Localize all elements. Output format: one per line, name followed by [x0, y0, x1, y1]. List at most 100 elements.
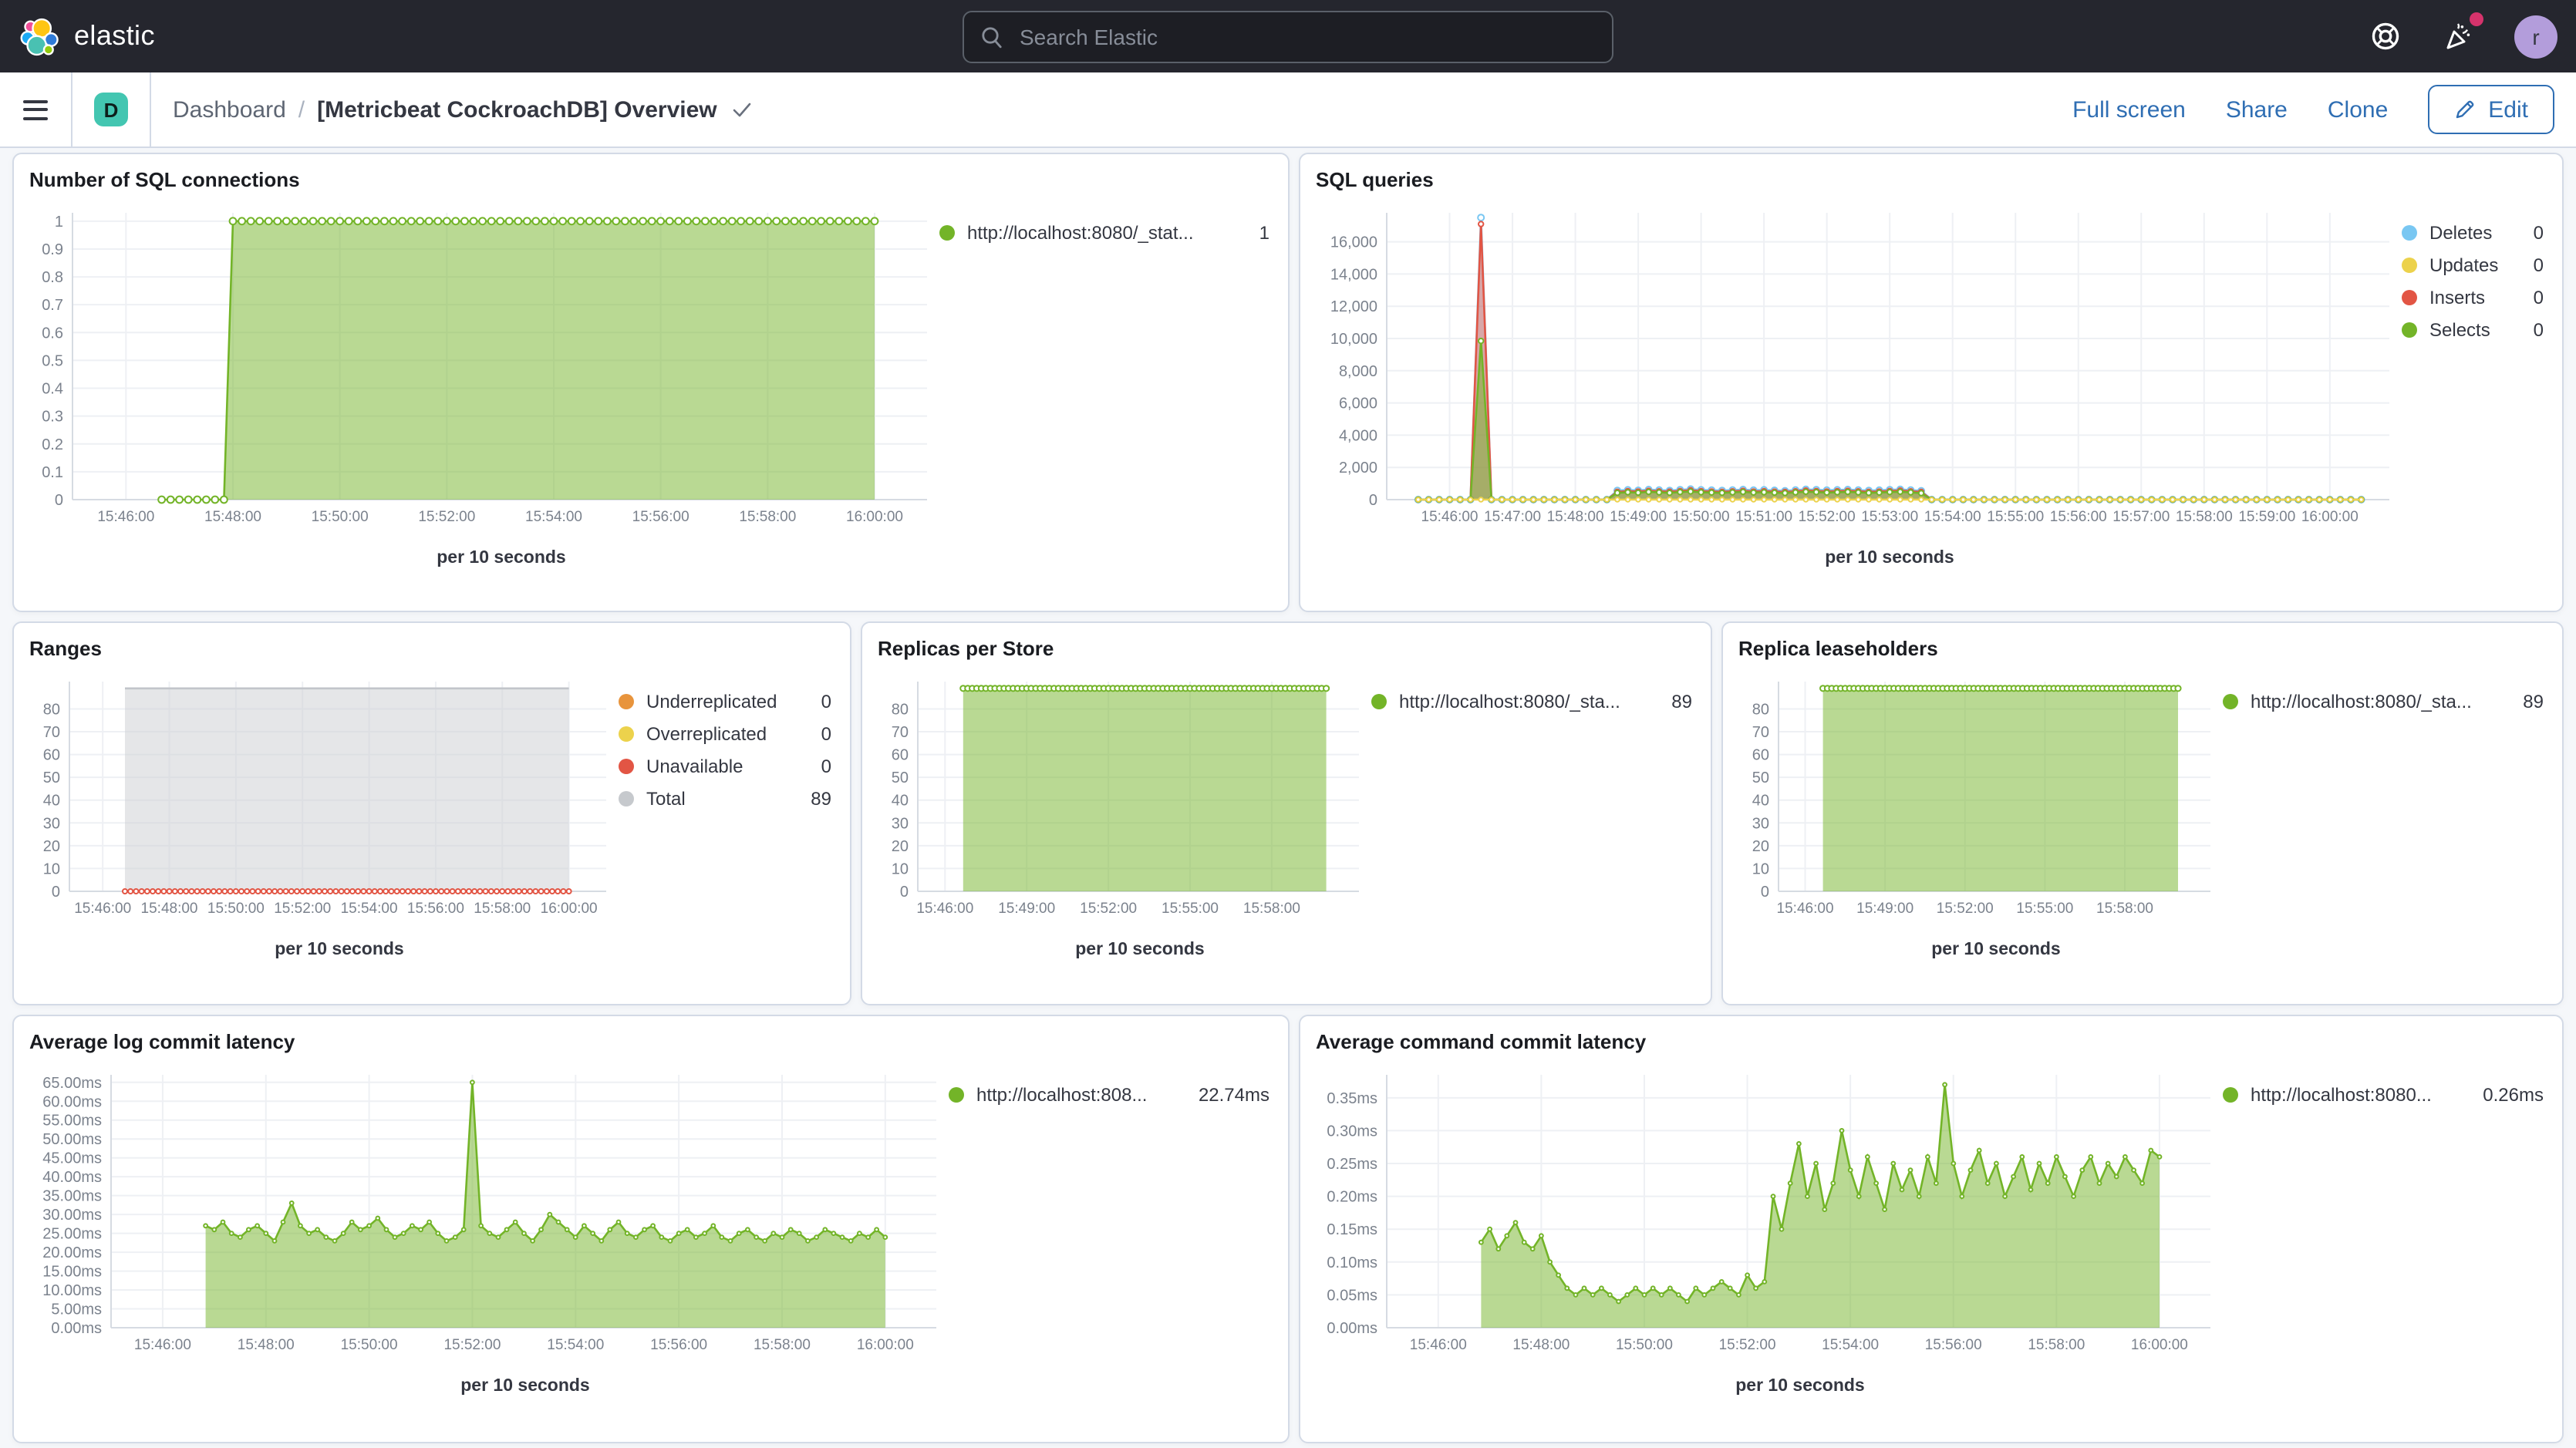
svg-text:16:00:00: 16:00:00 — [2301, 509, 2359, 525]
full-screen-button[interactable]: Full screen — [2072, 96, 2186, 123]
svg-text:0.30ms: 0.30ms — [1327, 1123, 1377, 1140]
svg-text:0: 0 — [55, 492, 63, 509]
x-axis-label: per 10 seconds — [875, 941, 1362, 959]
svg-text:20: 20 — [892, 838, 909, 855]
legend-item[interactable]: http://localhost:8080/_sta... 89 — [1371, 685, 1698, 717]
svg-text:80: 80 — [43, 701, 60, 718]
svg-text:80: 80 — [1752, 701, 1769, 718]
svg-text:12,000: 12,000 — [1330, 298, 1377, 315]
svg-text:15:56:00: 15:56:00 — [1925, 1337, 1982, 1353]
nav-menu-button[interactable] — [0, 72, 72, 146]
legend-value: 0 — [821, 690, 838, 712]
chart-average-log-commit-latency[interactable]: 65.00ms60.00ms55.00ms50.00ms45.00ms40.00… — [26, 1059, 939, 1376]
svg-text:15:52:00: 15:52:00 — [1080, 901, 1137, 917]
chart-sql-queries[interactable]: 16,00014,00012,00010,0008,0006,0004,0002… — [1313, 197, 2392, 547]
svg-text:15:57:00: 15:57:00 — [2112, 509, 2170, 525]
space-selector[interactable]: D — [72, 72, 151, 146]
svg-text:15:56:00: 15:56:00 — [2050, 509, 2107, 525]
svg-text:80: 80 — [892, 701, 909, 718]
user-avatar[interactable]: r — [2514, 15, 2557, 58]
legend-item[interactable]: Unavailable 0 — [619, 749, 838, 782]
svg-text:15:46:00: 15:46:00 — [74, 901, 131, 917]
legend-item[interactable]: http://localhost:8080/_sta... 89 — [2223, 685, 2550, 717]
svg-text:0.5: 0.5 — [42, 352, 63, 369]
legend-item[interactable]: Total 89 — [619, 782, 838, 814]
svg-text:15:54:00: 15:54:00 — [1924, 509, 1981, 525]
svg-text:0: 0 — [1761, 884, 1769, 901]
news-feed-icon[interactable] — [2440, 18, 2477, 55]
help-icon[interactable] — [2366, 18, 2403, 55]
legend-item[interactable]: http://localhost:8080... 0.26ms — [2223, 1078, 2550, 1110]
svg-text:1: 1 — [55, 214, 63, 231]
legend: http://localhost:808... 22.74ms — [939, 1059, 1276, 1396]
svg-text:0: 0 — [900, 884, 909, 901]
svg-text:50: 50 — [1752, 769, 1769, 786]
svg-text:4,000: 4,000 — [1339, 427, 1377, 444]
search-input[interactable] — [1017, 23, 1597, 51]
svg-text:30.00ms: 30.00ms — [42, 1207, 102, 1224]
elastic-logo[interactable]: elastic — [0, 16, 155, 56]
clone-button[interactable]: Clone — [2328, 96, 2388, 123]
svg-text:15:48:00: 15:48:00 — [1512, 1337, 1570, 1353]
legend-item[interactable]: Overreplicated 0 — [619, 717, 838, 749]
page-title: [Metricbeat CockroachDB] Overview — [317, 96, 717, 123]
header-actions: r — [2366, 0, 2557, 72]
svg-text:15:52:00: 15:52:00 — [1799, 509, 1856, 525]
svg-text:0: 0 — [52, 884, 60, 901]
panel-number-of-sql-connections: Number of SQL connections 10.90.80.70.60… — [12, 153, 1290, 612]
svg-text:16,000: 16,000 — [1330, 234, 1377, 251]
chart-canvas: 65.00ms60.00ms55.00ms50.00ms45.00ms40.00… — [26, 1059, 939, 1368]
legend-label: http://localhost:8080... — [2251, 1083, 2432, 1105]
legend-item[interactable]: Inserts 0 — [2402, 281, 2550, 313]
svg-text:40.00ms: 40.00ms — [42, 1169, 102, 1186]
panel-ranges: Ranges 8070605040302010015:46:0015:48:00… — [12, 621, 851, 1005]
kibana-app: elastic — [0, 0, 2576, 1448]
legend-value: 0 — [821, 755, 838, 776]
legend-dot — [2402, 289, 2417, 305]
svg-text:10: 10 — [43, 860, 60, 877]
panel-sql-queries: SQL queries 16,00014,00012,00010,0008,00… — [1299, 153, 2564, 612]
svg-text:70: 70 — [43, 724, 60, 741]
breadcrumb-dashboard-link[interactable]: Dashboard — [173, 96, 286, 123]
chart-replicas-per-store[interactable]: 8070605040302010015:46:0015:49:0015:52:0… — [875, 666, 1362, 939]
edit-button[interactable]: Edit — [2428, 85, 2554, 134]
chart-average-command-commit-latency[interactable]: 0.35ms0.30ms0.25ms0.20ms0.15ms0.10ms0.05… — [1313, 1059, 2214, 1376]
chart-canvas: 16,00014,00012,00010,0008,0006,0004,0002… — [1313, 197, 2392, 540]
top-header: elastic — [0, 0, 2576, 72]
svg-text:0.9: 0.9 — [42, 241, 63, 258]
svg-text:15:50:00: 15:50:00 — [1673, 509, 1730, 525]
svg-text:15:55:00: 15:55:00 — [2016, 901, 2073, 917]
svg-text:60: 60 — [1752, 747, 1769, 764]
svg-text:0.25ms: 0.25ms — [1327, 1156, 1377, 1173]
legend-item[interactable]: Deletes 0 — [2402, 216, 2550, 248]
legend-label: Updates — [2429, 254, 2498, 275]
legend-item[interactable]: Selects 0 — [2402, 313, 2550, 345]
svg-text:15:54:00: 15:54:00 — [525, 509, 582, 525]
x-axis-label: per 10 seconds — [26, 549, 930, 567]
svg-text:20.00ms: 20.00ms — [42, 1244, 102, 1261]
legend: Deletes 0 Updates 0 Inserts 0 Selects 0 — [2392, 197, 2550, 567]
chart-replica-leaseholders[interactable]: 8070605040302010015:46:0015:49:0015:52:0… — [1735, 666, 2214, 939]
svg-text:15:50:00: 15:50:00 — [312, 509, 369, 525]
global-search[interactable] — [963, 11, 1613, 63]
svg-text:16:00:00: 16:00:00 — [2131, 1337, 2188, 1353]
svg-text:15:55:00: 15:55:00 — [1987, 509, 2044, 525]
svg-text:15:58:00: 15:58:00 — [754, 1337, 811, 1353]
share-button[interactable]: Share — [2226, 96, 2288, 123]
title-check-icon[interactable] — [730, 97, 754, 122]
x-axis-label: per 10 seconds — [26, 1377, 939, 1396]
svg-text:65.00ms: 65.00ms — [42, 1075, 102, 1092]
chart-number-of-sql-connections[interactable]: 10.90.80.70.60.50.40.30.20.1015:46:0015:… — [26, 197, 930, 547]
svg-text:0.10ms: 0.10ms — [1327, 1254, 1377, 1271]
chart-ranges[interactable]: 8070605040302010015:46:0015:48:0015:50:0… — [26, 666, 609, 939]
legend-item[interactable]: http://localhost:8080/_stat... 1 — [939, 216, 1276, 248]
legend-value: 0.26ms — [2483, 1083, 2550, 1105]
legend-item[interactable]: Underreplicated 0 — [619, 685, 838, 717]
legend-value: 0 — [2534, 221, 2550, 243]
panel-title: Replicas per Store — [862, 623, 1711, 663]
legend-item[interactable]: Updates 0 — [2402, 248, 2550, 281]
legend-item[interactable]: http://localhost:808... 22.74ms — [949, 1078, 1276, 1110]
svg-text:15:58:00: 15:58:00 — [2176, 509, 2233, 525]
svg-text:15:51:00: 15:51:00 — [1735, 509, 1792, 525]
svg-text:0.00ms: 0.00ms — [51, 1320, 102, 1337]
